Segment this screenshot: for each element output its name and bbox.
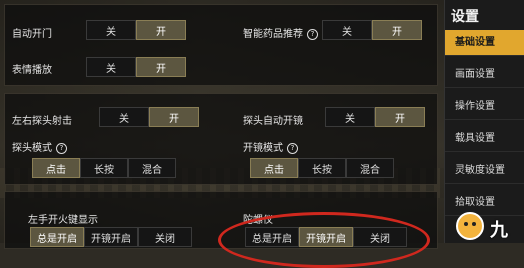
peek-auto-scope-off[interactable]: 关: [325, 107, 375, 127]
emote-toggle: 关 开: [86, 57, 186, 77]
peek-mode-label: 探头模式?: [12, 139, 67, 154]
peek-auto-scope-toggle: 关 开: [325, 107, 425, 127]
peek-auto-scope-label: 探头自动开镜: [243, 116, 303, 127]
smart-meds-label: 智能药品推荐?: [243, 25, 318, 40]
peek-mode-label-text: 探头模式: [12, 143, 52, 154]
emote-off[interactable]: 关: [86, 57, 136, 77]
left-fire-scope[interactable]: 开镜开启: [84, 227, 138, 247]
gyro-selector: 总是开启 开镜开启 关闭: [245, 227, 407, 247]
help-icon[interactable]: ?: [287, 142, 298, 154]
sidebar-title: 设置: [451, 9, 479, 25]
smart-meds-toggle: 关 开: [322, 20, 422, 40]
auto-door-on[interactable]: 开: [136, 20, 186, 40]
peek-mode-mixed[interactable]: 混合: [128, 158, 176, 178]
scope-mode-tap[interactable]: 点击: [250, 158, 298, 178]
settings-sidebar: 设置 基础设置 画面设置 操作设置 载具设置 灵敏度设置 拾取设置: [444, 0, 524, 243]
left-fire-selector: 总是开启 开镜开启 关闭: [30, 227, 192, 247]
watermark: 九: [490, 220, 508, 241]
peek-auto-scope-on[interactable]: 开: [375, 107, 425, 127]
scope-mode-mixed[interactable]: 混合: [346, 158, 394, 178]
sidebar-item-graphics[interactable]: 画面设置: [445, 62, 524, 88]
peek-mode-hold[interactable]: 长按: [80, 158, 128, 178]
emote-label: 表情播放: [12, 65, 52, 76]
scope-mode-selector: 点击 长按 混合: [250, 158, 394, 178]
peek-fire-on[interactable]: 开: [149, 107, 199, 127]
peek-fire-off[interactable]: 关: [99, 107, 149, 127]
peek-fire-toggle: 关 开: [99, 107, 199, 127]
smart-meds-on[interactable]: 开: [372, 20, 422, 40]
panel-general: [4, 4, 438, 86]
left-fire-label: 左手开火键显示: [28, 215, 98, 226]
gyro-off[interactable]: 关闭: [353, 227, 407, 247]
auto-door-toggle: 关 开: [86, 20, 186, 40]
left-fire-always[interactable]: 总是开启: [30, 227, 84, 247]
auto-door-off[interactable]: 关: [86, 20, 136, 40]
help-icon[interactable]: ?: [307, 28, 318, 40]
auto-door-label: 自动开门: [12, 29, 52, 40]
scope-mode-label: 开镜模式?: [243, 139, 298, 154]
gyro-label: 陀螺仪: [243, 215, 273, 226]
help-icon[interactable]: ?: [56, 142, 67, 154]
mascot-icon: [456, 212, 484, 240]
peek-mode-tap[interactable]: 点击: [32, 158, 80, 178]
sidebar-item-controls[interactable]: 操作设置: [445, 94, 524, 120]
sidebar-item-vehicle[interactable]: 载具设置: [445, 126, 524, 152]
scope-mode-hold[interactable]: 长按: [298, 158, 346, 178]
left-fire-off[interactable]: 关闭: [138, 227, 192, 247]
peek-fire-label: 左右探头射击: [12, 116, 72, 127]
gyro-always[interactable]: 总是开启: [245, 227, 299, 247]
smart-meds-off[interactable]: 关: [322, 20, 372, 40]
sidebar-item-sensitivity[interactable]: 灵敏度设置: [445, 158, 524, 184]
sidebar-item-basic[interactable]: 基础设置: [445, 30, 524, 56]
smart-meds-label-text: 智能药品推荐: [243, 29, 303, 40]
gyro-scope[interactable]: 开镜开启: [299, 227, 353, 247]
scope-mode-label-text: 开镜模式: [243, 143, 283, 154]
peek-mode-selector: 点击 长按 混合: [32, 158, 176, 178]
sidebar-item-pickup[interactable]: 拾取设置: [445, 190, 524, 216]
emote-on[interactable]: 开: [136, 57, 186, 77]
